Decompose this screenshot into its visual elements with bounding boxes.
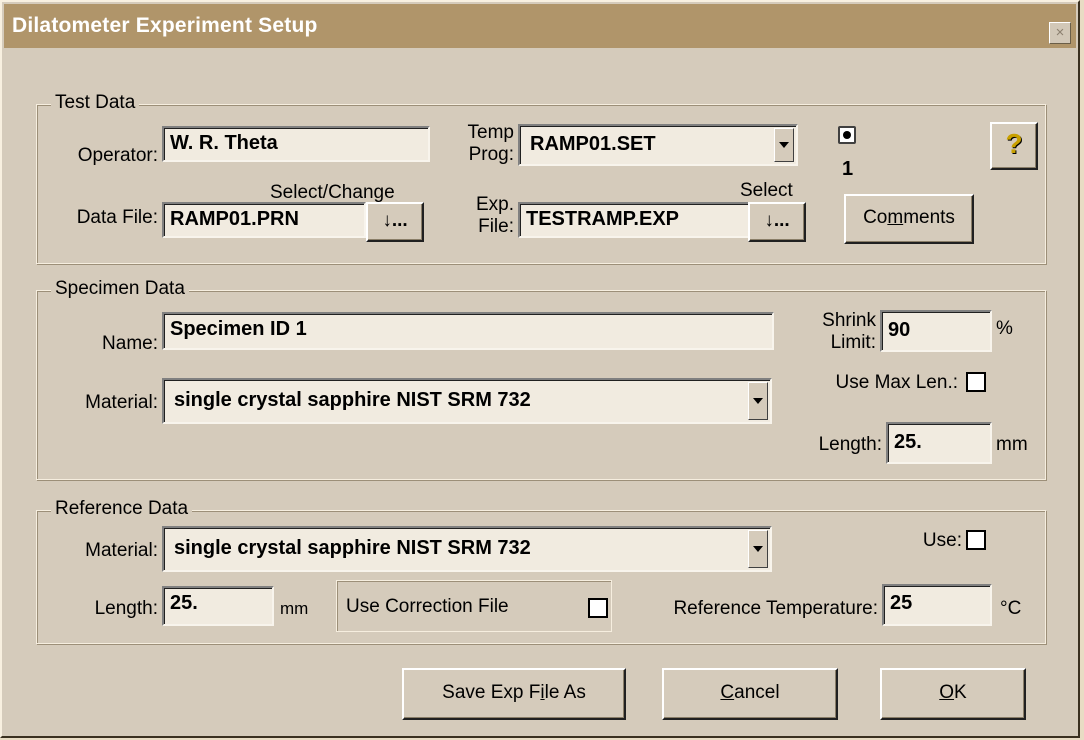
radio-label: 1	[842, 158, 854, 180]
comments-button[interactable]: Comments	[844, 194, 974, 244]
ref-use-label: Use:	[922, 530, 962, 551]
ref-length-label: Length:	[94, 598, 158, 619]
chevron-down-icon	[779, 142, 789, 148]
specimen-length-label: Length:	[818, 434, 882, 455]
operator-label: Operator:	[77, 145, 158, 166]
ref-length-input[interactable]: 25.	[162, 586, 274, 626]
shrink-unit-label: %	[996, 318, 1013, 339]
material-dropdown-button[interactable]	[748, 382, 768, 420]
data-file-label: Data File:	[76, 207, 158, 228]
specimen-length-unit: mm	[996, 434, 1028, 455]
temp-prog-dropdown-button[interactable]	[774, 128, 794, 162]
material-select[interactable]: single crystal sapphire NIST SRM 732	[162, 378, 772, 424]
data-file-input[interactable]: RAMP01.PRN	[162, 202, 366, 238]
temp-prog-label-1: Temp	[467, 122, 514, 143]
select-label: Select	[740, 180, 793, 201]
reference-data-legend: Reference Data	[51, 497, 193, 521]
exp-file-label-2: File:	[478, 216, 514, 237]
operator-input[interactable]: W. R. Theta	[162, 126, 430, 162]
exp-file-label-1: Exp.	[475, 194, 514, 215]
material-value: single crystal sapphire NIST SRM 732	[174, 389, 531, 411]
shrink-limit-label-2: Limit:	[830, 332, 876, 353]
select-change-label: Select/Change	[270, 182, 395, 203]
specimen-length-input[interactable]: 25.	[886, 422, 992, 464]
name-input[interactable]: Specimen ID 1	[162, 312, 774, 350]
name-label: Name:	[102, 333, 158, 354]
exp-file-browse-button[interactable]: ↓...	[748, 202, 806, 242]
ref-material-value: single crystal sapphire NIST SRM 732	[174, 537, 531, 559]
data-file-browse-button[interactable]: ↓...	[366, 202, 424, 242]
exp-file-input[interactable]: TESTRAMP.EXP	[518, 202, 750, 238]
radio-button[interactable]	[838, 126, 856, 144]
ref-material-select[interactable]: single crystal sapphire NIST SRM 732	[162, 526, 772, 572]
shrink-limit-label-1: Shrink	[822, 310, 876, 331]
ref-length-unit: mm	[280, 599, 309, 618]
ref-material-dropdown-button[interactable]	[748, 530, 768, 568]
dialog-window: Dilatometer Experiment Setup × Test Data…	[0, 0, 1080, 738]
ref-temp-label: Reference Temperature:	[673, 598, 878, 619]
specimen-data-legend: Specimen Data	[51, 277, 189, 301]
close-button[interactable]: ×	[1049, 22, 1071, 44]
correction-file-checkbox[interactable]	[588, 598, 608, 618]
material-label: Material:	[85, 392, 158, 413]
radio-dot-icon	[843, 131, 851, 139]
ref-material-label: Material:	[85, 540, 158, 561]
correction-file-label: Use Correction File	[346, 596, 509, 617]
window-title: Dilatometer Experiment Setup	[12, 14, 318, 37]
temp-prog-value: RAMP01.SET	[530, 133, 656, 155]
help-button[interactable]: ?	[990, 122, 1038, 170]
shrink-limit-input[interactable]: 90	[880, 310, 992, 352]
chevron-down-icon	[753, 546, 763, 552]
ref-temp-unit: °C	[1000, 598, 1022, 619]
temp-prog-label-2: Prog:	[468, 144, 514, 165]
ref-temp-input[interactable]: 25	[882, 584, 992, 626]
ok-button[interactable]: OK	[880, 668, 1026, 720]
close-icon: ×	[1055, 24, 1065, 41]
ref-use-checkbox[interactable]	[966, 530, 986, 550]
use-max-len-label: Use Max Len.:	[835, 372, 959, 393]
title-bar: Dilatometer Experiment Setup ×	[4, 4, 1076, 48]
use-max-len-checkbox[interactable]	[966, 372, 986, 392]
test-data-legend: Test Data	[51, 91, 140, 115]
temp-prog-select[interactable]: RAMP01.SET	[518, 124, 798, 166]
cancel-button[interactable]: Cancel	[662, 668, 838, 720]
help-icon: ?	[1005, 128, 1023, 159]
save-exp-file-as-button[interactable]: Save Exp File As	[402, 668, 626, 720]
chevron-down-icon	[753, 398, 763, 404]
